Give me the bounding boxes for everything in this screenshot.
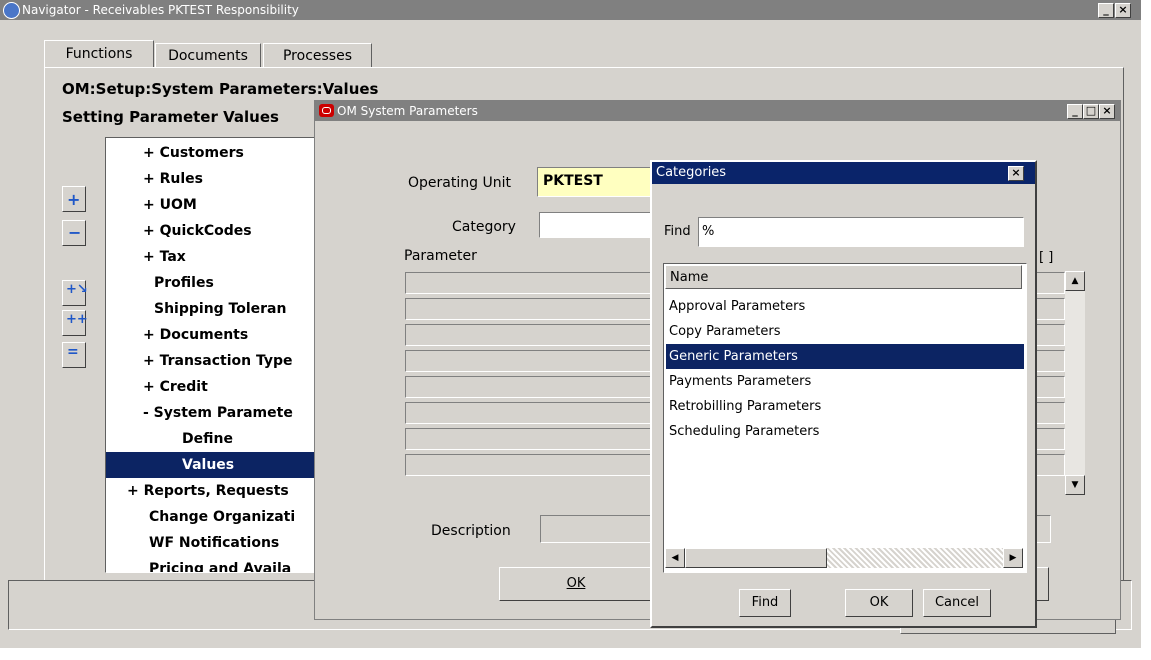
scroll-right-icon[interactable]: ▶ [1003, 548, 1023, 568]
maximize-icon[interactable]: □ [1083, 104, 1099, 119]
tree-item[interactable]: Profiles [106, 270, 321, 296]
value-row[interactable] [1035, 350, 1065, 372]
ok-button[interactable]: OK [845, 589, 913, 617]
parameter-row[interactable] [405, 376, 653, 398]
tree-item[interactable]: Shipping Toleran [106, 296, 321, 322]
screen-bottom-edge [0, 648, 1151, 660]
parameter-row[interactable] [405, 272, 653, 294]
categories-titlebar[interactable]: Categories × [652, 162, 1035, 184]
collapse-button[interactable]: − [62, 220, 86, 246]
tree-item[interactable]: Pricing and Availa [106, 556, 321, 572]
list-item[interactable]: Approval Parameters [666, 294, 1024, 319]
function-path: OM:Setup:System Parameters:Values [62, 80, 379, 98]
minus-icon: − [68, 223, 82, 242]
value-row[interactable] [1035, 324, 1065, 346]
navigator-app-icon [3, 2, 20, 19]
list-item[interactable]: Retrobilling Parameters [666, 394, 1024, 419]
expand-branch-icon: +↘ [66, 282, 88, 297]
list-item[interactable]: Copy Parameters [666, 319, 1024, 344]
vertical-scrollbar[interactable]: ▲ ▼ [1065, 271, 1085, 495]
tab-processes[interactable]: Processes [263, 43, 372, 69]
description-field-end[interactable] [1035, 515, 1051, 543]
value-row[interactable] [1035, 454, 1065, 476]
tree-item[interactable]: + Transaction Type [106, 348, 321, 374]
tree-item[interactable]: + QuickCodes [106, 218, 321, 244]
tab-documents[interactable]: Documents [155, 43, 261, 69]
tree-item[interactable]: + Credit [106, 374, 321, 400]
close-icon[interactable]: × [1099, 104, 1115, 119]
scroll-up-icon[interactable]: ▲ [1065, 271, 1085, 291]
oracle-logo-icon [319, 104, 334, 117]
parameter-row[interactable] [405, 428, 653, 450]
navigator-title: Navigator - Receivables PKTEST Responsib… [22, 3, 299, 17]
om-ok-button[interactable]: OK [499, 567, 653, 601]
tree-item[interactable]: + Customers [106, 140, 321, 166]
scroll-left-icon[interactable]: ◀ [665, 548, 685, 568]
plus-icon: + [67, 190, 81, 209]
tree-item[interactable]: + Rules [106, 166, 321, 192]
om-params-titlebar[interactable]: OM System Parameters _ □ × [315, 101, 1120, 121]
close-icon[interactable]: × [1115, 3, 1131, 18]
tab-functions[interactable]: Functions [44, 40, 154, 68]
tree-item[interactable]: WF Notifications [106, 530, 321, 556]
value-row[interactable] [1035, 402, 1065, 424]
tree-item[interactable]: + Tax [106, 244, 321, 270]
minimize-icon[interactable]: _ [1098, 3, 1114, 18]
value-row[interactable] [1035, 272, 1065, 294]
list-item-selected[interactable]: Generic Parameters [666, 344, 1024, 369]
find-label: Find [664, 224, 691, 239]
tree-item[interactable]: Define [106, 426, 321, 452]
value-row[interactable] [1035, 428, 1065, 450]
scroll-down-icon[interactable]: ▼ [1065, 475, 1085, 495]
value-row[interactable] [1035, 376, 1065, 398]
tree-item-selected[interactable]: Values [106, 452, 321, 478]
description-label: Description [431, 523, 511, 539]
list-item[interactable]: Payments Parameters [666, 369, 1024, 394]
tree-item[interactable]: + Reports, Requests [106, 478, 321, 504]
tree-item[interactable]: Change Organizati [106, 504, 321, 530]
parameter-row[interactable] [405, 350, 653, 372]
minimize-icon[interactable]: _ [1067, 104, 1083, 119]
close-icon[interactable]: × [1008, 166, 1024, 181]
desktop: Navigator - Receivables PKTEST Responsib… [0, 0, 1151, 660]
parameter-label: Parameter [404, 248, 477, 264]
cancel-button[interactable]: Cancel [923, 589, 991, 617]
parameter-row[interactable] [405, 454, 653, 476]
operating-unit-field[interactable]: PKTEST [537, 167, 655, 197]
list-item[interactable]: Scheduling Parameters [666, 419, 1024, 444]
expand-all-button[interactable]: ++ [62, 310, 88, 336]
find-button[interactable]: Find [739, 589, 791, 617]
parameter-row[interactable] [405, 324, 653, 346]
tree-item[interactable]: + UOM [106, 192, 321, 218]
categories-title: Categories [656, 165, 727, 180]
operating-unit-label: Operating Unit [408, 175, 511, 191]
tree-item[interactable]: + Documents [106, 322, 321, 348]
parameter-row[interactable] [405, 298, 653, 320]
description-field[interactable] [540, 515, 656, 543]
om-second-button[interactable] [1035, 567, 1049, 601]
scroll-thumb[interactable] [685, 548, 827, 568]
bracket-label: [ ] [1039, 250, 1054, 265]
horizontal-scrollbar[interactable]: ◀ ▶ [665, 548, 1023, 568]
categories-dialog: Categories × Find % Name Approval Parame… [650, 160, 1037, 628]
category-label: Category [452, 219, 516, 235]
value-row[interactable] [1035, 298, 1065, 320]
collapse-all-icon: = [67, 344, 79, 360]
collapse-all-button[interactable]: = [62, 342, 86, 368]
find-input[interactable]: % [698, 217, 1024, 247]
categories-list[interactable]: Name Approval Parameters Copy Parameters… [663, 263, 1027, 573]
om-params-title: OM System Parameters [337, 104, 478, 118]
parameter-row[interactable] [405, 402, 653, 424]
navigator-titlebar[interactable]: Navigator - Receivables PKTEST Responsib… [0, 0, 1141, 20]
expand-branch-button[interactable]: +↘ [62, 280, 88, 306]
function-subtitle: Setting Parameter Values [62, 108, 279, 126]
function-tree[interactable]: + Customers + Rules + UOM + QuickCodes +… [105, 137, 322, 573]
expand-button[interactable]: + [62, 186, 86, 212]
expand-all-icon: ++ [66, 312, 88, 327]
category-field[interactable] [539, 212, 655, 238]
column-header-name[interactable]: Name [665, 265, 1022, 289]
tree-item[interactable]: - System Paramete [106, 400, 321, 426]
